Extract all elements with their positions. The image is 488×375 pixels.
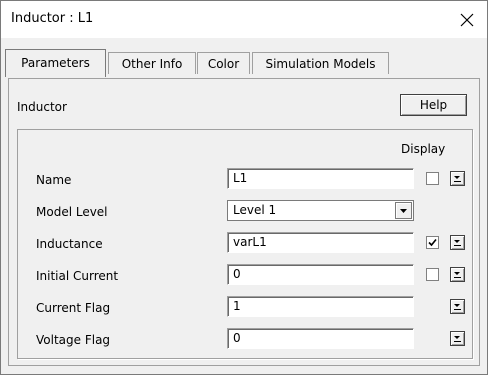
close-button[interactable] — [447, 1, 487, 38]
chevron-down-icon — [454, 176, 460, 179]
model-level-value: Level 1 — [233, 203, 277, 217]
inductance-field[interactable]: varL1 — [227, 232, 414, 253]
current-flag-field[interactable]: 1 — [227, 296, 414, 317]
current-flag-display-dropdown[interactable] — [450, 299, 465, 314]
name-label: Name — [36, 173, 72, 187]
close-icon — [460, 13, 474, 26]
chevron-down-icon — [400, 209, 407, 213]
tab-row: Parameters Other Info Color Simulation M… — [1, 49, 487, 79]
chevron-down-icon — [454, 304, 460, 307]
checkmark-icon — [428, 238, 437, 247]
inductance-label: Inductance — [36, 237, 103, 251]
tab-color[interactable]: Color — [197, 52, 250, 74]
voltage-flag-label: Voltage Flag — [36, 333, 111, 347]
inductor-dialog: Inductor : L1 Parameters Other Info Colo… — [0, 0, 488, 375]
initial-current-field[interactable]: 0 — [227, 264, 414, 285]
chevron-down-icon — [454, 240, 460, 243]
window-title: Inductor : L1 — [11, 11, 94, 26]
name-field[interactable]: L1 — [227, 168, 414, 189]
model-level-select[interactable]: Level 1 — [227, 200, 414, 221]
initial-current-display-dropdown[interactable] — [450, 267, 465, 282]
tab-simulation-models[interactable]: Simulation Models — [252, 52, 389, 74]
voltage-flag-field[interactable]: 0 — [227, 328, 414, 349]
name-display-checkbox[interactable] — [426, 172, 439, 185]
chevron-down-icon — [454, 272, 460, 275]
tab-other-info[interactable]: Other Info — [108, 52, 196, 74]
tab-parameters[interactable]: Parameters — [5, 49, 106, 77]
inductance-display-dropdown[interactable] — [450, 235, 465, 250]
name-display-dropdown[interactable] — [450, 171, 465, 186]
select-arrow-button[interactable] — [395, 202, 412, 219]
title-bar: Inductor : L1 — [1, 1, 487, 38]
initial-current-label: Initial Current — [36, 269, 119, 283]
current-flag-label: Current Flag — [36, 301, 111, 315]
help-button[interactable]: Help — [400, 94, 467, 116]
model-level-label: Model Level — [36, 205, 108, 219]
display-header: Display — [401, 142, 446, 156]
voltage-flag-display-dropdown[interactable] — [450, 331, 465, 346]
chevron-down-icon — [454, 336, 460, 339]
initial-current-display-checkbox[interactable] — [426, 268, 439, 281]
inductance-display-checkbox[interactable] — [426, 236, 439, 249]
section-label: Inductor — [17, 100, 67, 114]
